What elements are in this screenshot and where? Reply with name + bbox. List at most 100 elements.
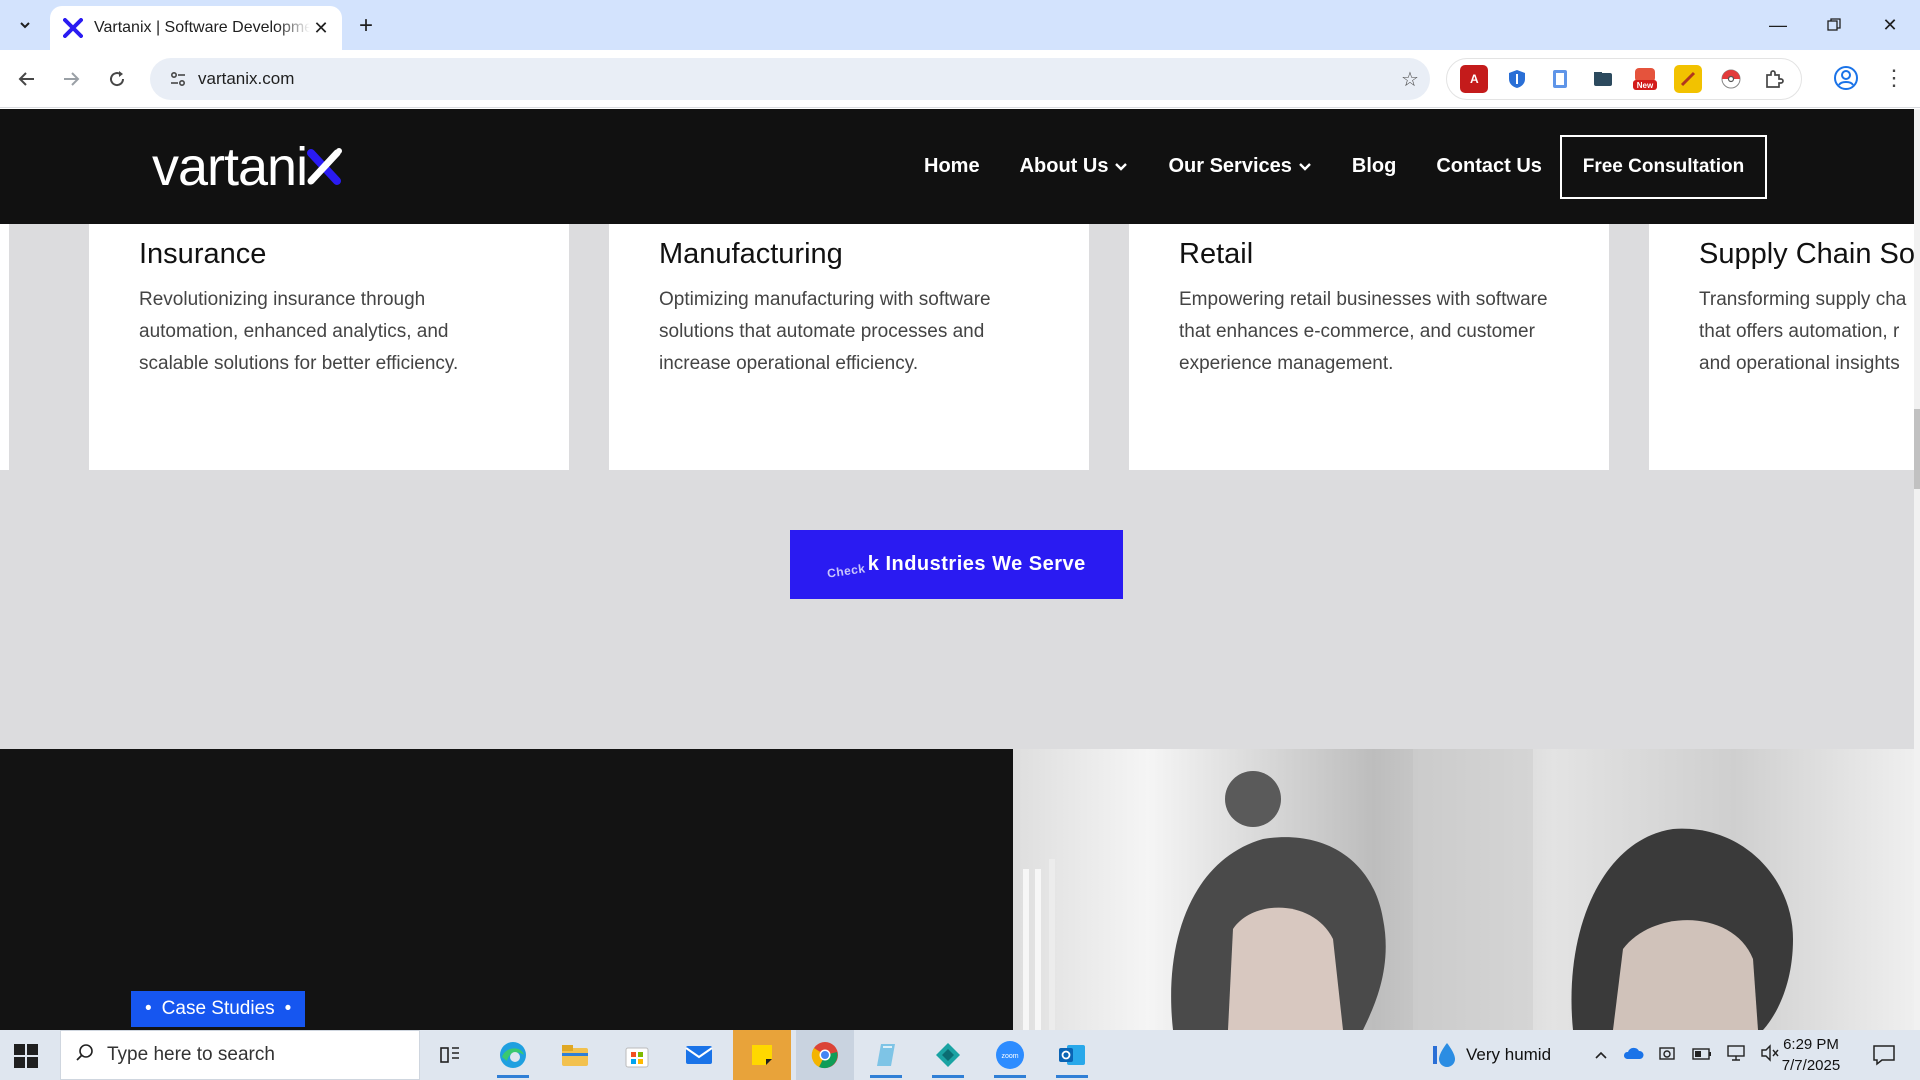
file-explorer-icon[interactable] — [551, 1035, 599, 1075]
onedrive-cloud-icon[interactable] — [1622, 1045, 1644, 1065]
browser-toolbar: vartanix.com ☆ A New ⋮ — [0, 50, 1920, 108]
nav-our-services[interactable]: Our Services — [1168, 155, 1311, 178]
zoom-icon[interactable]: zoom — [986, 1035, 1034, 1078]
industry-card[interactable]: Supply Chain Sol Transforming supply cha… — [1649, 224, 1914, 470]
weather-widget[interactable]: Very humid — [1432, 1030, 1551, 1080]
notification-center-icon[interactable] — [1860, 1035, 1908, 1075]
sticky-notes-icon[interactable] — [733, 1030, 791, 1080]
taskbar-search-placeholder: Type here to search — [107, 1044, 275, 1065]
site-header: vartani Home About Us Our Services Blog … — [0, 109, 1914, 224]
taskbar-search-box[interactable]: Type here to search — [60, 1030, 420, 1080]
check-industries-button[interactable]: Check k Industries We Serve — [790, 530, 1123, 599]
nav-home-label: Home — [924, 155, 980, 177]
pokeball-extension-icon[interactable] — [1716, 65, 1745, 93]
new-extension-icon[interactable]: New — [1631, 65, 1660, 93]
yellow-extension-icon[interactable] — [1674, 65, 1703, 93]
task-view-icon[interactable] — [426, 1035, 474, 1075]
shield-extension-icon[interactable] — [1503, 65, 1532, 93]
vartanix-logo[interactable]: vartani — [152, 137, 343, 197]
nav-about-us[interactable]: About Us — [1020, 155, 1129, 178]
windows-taskbar: Type here to search zoom Very humid 6:29… — [0, 1030, 1920, 1080]
address-bar[interactable]: vartanix.com ☆ — [150, 58, 1430, 100]
industry-cards: Insurance Revolutionizing insurance thro… — [0, 224, 1914, 470]
new-tab-plus-icon[interactable]: + — [352, 12, 380, 40]
humidity-drop-icon — [1432, 1040, 1458, 1070]
logo-wordmark: vartani — [152, 137, 308, 197]
browser-tab-bar: Vartanix | Software Development ✕ + — ✕ — [0, 0, 1920, 50]
main-navigation: Home About Us Our Services Blog Contact … — [904, 109, 1562, 224]
chevron-up-icon[interactable] — [1594, 1045, 1608, 1065]
nav-contact-us[interactable]: Contact Us — [1436, 155, 1542, 178]
industry-card-title: Manufacturing — [659, 238, 843, 270]
windows-start-icon[interactable] — [12, 1042, 40, 1070]
logo-x-icon — [307, 148, 343, 185]
battery-icon[interactable] — [1692, 1045, 1712, 1065]
document-extension-icon[interactable] — [1545, 65, 1574, 93]
weather-text: Very humid — [1466, 1045, 1552, 1064]
window-close-icon[interactable]: ✕ — [1862, 0, 1918, 50]
chevron-down-icon — [1298, 162, 1312, 172]
acrobat-extension-icon[interactable]: A — [1460, 65, 1489, 93]
nav-home[interactable]: Home — [924, 155, 980, 178]
system-tray — [1594, 1030, 1780, 1080]
industry-card-text: Empowering retail businesses with softwa… — [1179, 289, 1548, 374]
industry-card[interactable]: Retail Empowering retail businesses with… — [1129, 224, 1609, 470]
industry-card-partial — [0, 224, 9, 470]
bullet-dot-icon: • — [284, 998, 292, 1019]
tab-title: Vartanix | Software Development — [94, 19, 310, 36]
free-consultation-button[interactable]: Free Consultation — [1560, 135, 1767, 199]
industry-card-text: Optimizing manufacturing with software s… — [659, 289, 991, 374]
network-security-icon[interactable] — [1658, 1044, 1678, 1067]
taskbar-clock[interactable]: 6:29 PM 7/7/2025 — [1768, 1034, 1854, 1076]
back-arrow-icon[interactable] — [12, 64, 42, 94]
industry-card-title: Supply Chain Sol — [1699, 238, 1914, 270]
reload-icon[interactable] — [102, 64, 132, 94]
industry-card[interactable]: Manufacturing Optimizing manufacturing w… — [609, 224, 1089, 470]
browser-menu-icon[interactable]: ⋮ — [1880, 62, 1908, 94]
website-viewport: vartani Home About Us Our Services Blog … — [0, 109, 1920, 1030]
mail-icon[interactable] — [675, 1035, 723, 1075]
browser-tab[interactable]: Vartanix | Software Development ✕ — [50, 6, 342, 50]
nav-blog-label: Blog — [1351, 155, 1397, 177]
clock-time: 6:29 PM — [1783, 1036, 1839, 1053]
nav-blog[interactable]: Blog — [1352, 155, 1396, 178]
edge-browser-icon[interactable] — [489, 1035, 537, 1078]
notepad-app-icon[interactable] — [862, 1035, 910, 1078]
microsoft-store-icon[interactable] — [613, 1035, 661, 1075]
clock-date: 7/7/2025 — [1781, 1057, 1841, 1074]
profile-avatar-icon[interactable] — [1832, 64, 1860, 92]
team-photo-illustration — [1023, 749, 1793, 1030]
teal-app-icon[interactable] — [924, 1035, 972, 1078]
nav-about-label: About Us — [1019, 155, 1109, 177]
tab-close-icon[interactable]: ✕ — [310, 17, 332, 39]
bookmark-star-icon[interactable]: ☆ — [1390, 67, 1430, 92]
address-bar-url: vartanix.com — [198, 69, 295, 88]
network-icon[interactable] — [1726, 1044, 1746, 1067]
animated-text-fragment: Check — [826, 560, 867, 581]
new-badge-text: New — [1637, 81, 1654, 90]
restore-icon[interactable] — [1806, 0, 1862, 50]
bullet-dot-icon: • — [145, 998, 152, 1019]
folder-extension-icon[interactable] — [1588, 65, 1617, 93]
case-studies-label: Case Studies — [161, 998, 275, 1019]
industry-card[interactable]: Insurance Revolutionizing insurance thro… — [89, 224, 569, 470]
tab-search-chevron-icon[interactable] — [10, 12, 40, 38]
nav-contact-label: Contact Us — [1436, 155, 1542, 177]
page-scrollbar[interactable] — [1914, 109, 1920, 1030]
minimize-icon[interactable]: — — [1750, 0, 1806, 50]
check-industries-label: k Industries We Serve — [867, 553, 1086, 575]
site-settings-icon[interactable] — [158, 70, 198, 88]
forward-arrow-icon[interactable] — [56, 64, 86, 94]
vartanix-favicon-icon — [62, 17, 84, 39]
case-studies-badge: • Case Studies • — [131, 991, 306, 1027]
nav-services-label: Our Services — [1168, 155, 1292, 177]
outlook-icon[interactable] — [1048, 1035, 1096, 1078]
puzzle-extensions-icon[interactable] — [1759, 65, 1788, 93]
chrome-browser-icon[interactable] — [796, 1030, 854, 1080]
scrollbar-thumb[interactable] — [1914, 409, 1920, 489]
search-icon — [75, 1043, 95, 1068]
industry-card-title: Insurance — [139, 238, 267, 270]
chevron-down-icon — [1114, 162, 1128, 172]
team-photo — [1013, 749, 1914, 1030]
industry-card-title: Retail — [1179, 238, 1254, 270]
